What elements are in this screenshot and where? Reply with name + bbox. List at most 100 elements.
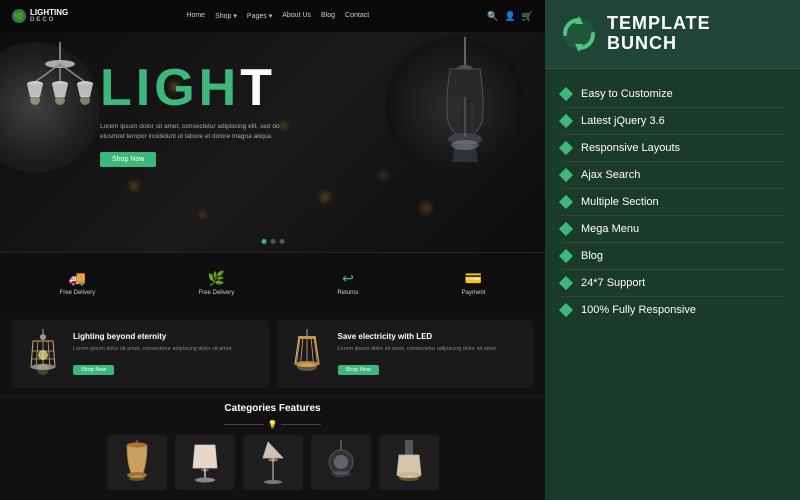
features-list: Easy to Customize Latest jQuery 3.6 Resp… [545,69,800,500]
brand-name-block: TEMPLATE BUNCH [607,14,711,54]
nav-links: Home Shop ▾ Pages ▾ About Us Blog Contac… [76,12,479,20]
bokeh-3 [320,192,330,202]
feature-label-6: Mega Menu [581,223,639,235]
dot-1[interactable] [261,239,266,244]
nav-link-home[interactable]: Home [186,12,205,20]
diamond-icon-9 [559,303,573,317]
categories-title: Categories Features [12,403,533,414]
nav-link-about[interactable]: About Us [282,12,311,20]
brand-logo-icon [561,16,597,52]
feature-row-6: Mega Menu [561,216,784,243]
feature-row-3: Responsive Layouts [561,135,784,162]
feature-label-8: 24*7 Support [581,277,645,289]
diamond-icon-5 [559,195,573,209]
features-bar: 🚚 Free Delivery 🌿 Free Delivery ↩ Return… [0,252,545,312]
bokeh-5 [420,202,432,214]
hero-section: LIGHT Lorem ipsum dolor sit amet, consec… [0,32,545,252]
divider-line-left [224,424,264,425]
feature-label-2: Latest jQuery 3.6 [581,115,665,127]
eco-label: Free Delivery [199,290,235,296]
feature-free-delivery-2: 🌿 Free Delivery [199,270,235,296]
site-logo[interactable]: 🌿 LIGHTING DECO [12,9,68,23]
category-card-2: Save electricity with LED Lorem ipsum do… [277,320,534,388]
nav-link-pages[interactable]: Pages ▾ [247,12,272,20]
right-panel: TEMPLATE BUNCH Easy to Customize Latest … [545,0,800,500]
feature-row-7: Blog [561,243,784,270]
returns-label: Returns [337,290,358,296]
hero-title-rest: T [240,59,276,117]
feature-label-1: Easy to Customize [581,88,673,100]
card-2-text: Lorem ipsum dolor sit amet, consectetur … [338,346,526,354]
dot-3[interactable] [279,239,284,244]
diamond-icon-7 [559,249,573,263]
diamond-icon-8 [559,276,573,290]
diamond-icon-3 [559,141,573,155]
brand-name-2: BUNCH [607,34,711,54]
feature-row-8: 24*7 Support [561,270,784,297]
nav-link-contact[interactable]: Contact [345,12,369,20]
diamond-icon-6 [559,222,573,236]
slider-dots [261,239,284,244]
feature-row-4: Ajax Search [561,162,784,189]
logo-icon: 🌿 [12,9,26,23]
navigation: 🌿 LIGHTING DECO Home Shop ▾ Pages ▾ Abou… [0,0,545,32]
card-2-image [285,328,330,380]
lamp-right [415,32,515,172]
diamond-icon-1 [559,87,573,101]
user-icon[interactable]: 👤 [505,11,516,22]
feature-returns: ↩ Returns [337,270,358,296]
card-1-info: Lighting beyond eternity Lorem ipsum dol… [73,332,261,375]
feature-row-9: 100% Fully Responsive [561,297,784,323]
feature-label-3: Responsive Layouts [581,142,680,154]
feature-row-5: Multiple Section [561,189,784,216]
card-2-btn[interactable]: Shop Now [338,365,379,375]
hero-text: LIGHT Lorem ipsum dolor sit amet, consec… [100,62,300,167]
nav-link-blog[interactable]: Blog [321,12,335,20]
hero-title-highlight: LIGH [100,59,240,117]
feature-row-1: Easy to Customize [561,81,784,108]
cart-icon[interactable]: 🛒 [522,11,533,22]
category-thumbnails [12,435,533,490]
divider-icon: 💡 [268,420,278,429]
category-card-1: Lighting beyond eternity Lorem ipsum dol… [12,320,269,388]
card-1-btn[interactable]: Shop Now [73,365,114,375]
search-icon[interactable]: 🔍 [487,11,498,22]
cat-thumb-4[interactable] [311,435,371,490]
left-panel: 🌿 LIGHTING DECO Home Shop ▾ Pages ▾ Abou… [0,0,545,500]
cat-thumb-2[interactable] [175,435,235,490]
feature-label-4: Ajax Search [581,169,640,181]
feature-row-2: Latest jQuery 3.6 [561,108,784,135]
feature-label-7: Blog [581,250,603,262]
cat-thumb-3[interactable] [243,435,303,490]
card-1-text: Lorem ipsum dolor sit amet, consectetur … [73,346,261,354]
cat-thumb-1[interactable] [107,435,167,490]
brand-name: TEMPLATE [607,14,711,34]
categories-divider: 💡 [12,420,533,429]
divider-line-right [281,424,321,425]
cat-thumb-5[interactable] [379,435,439,490]
lamp-left [5,37,115,157]
returns-icon: ↩ [342,270,354,287]
feature-free-delivery-1: 🚚 Free Delivery [60,270,96,296]
bokeh-1 [130,182,138,190]
nav-icons: 🔍 👤 🛒 [487,11,533,22]
bokeh-4 [380,172,386,178]
card-2-info: Save electricity with LED Lorem ipsum do… [338,332,526,375]
hero-title: LIGHT [100,62,300,114]
payment-label: Payment [462,290,486,296]
payment-icon: 💳 [465,270,482,287]
delivery-label: Free Delivery [60,290,96,296]
eco-icon: 🌿 [208,270,225,287]
categories-features-section: Categories Features 💡 [0,396,545,498]
card-1-title: Lighting beyond eternity [73,332,261,342]
feature-payment: 💳 Payment [462,270,486,296]
hero-shop-button[interactable]: Shop Now [100,152,156,167]
dot-2[interactable] [270,239,275,244]
feature-label-5: Multiple Section [581,196,659,208]
feature-label-9: 100% Fully Responsive [581,304,696,316]
brand-header: TEMPLATE BUNCH [545,0,800,69]
hero-subtitle: Lorem ipsum dolor sit amet, consectetur … [100,122,300,142]
category-cards: Lighting beyond eternity Lorem ipsum dol… [0,312,545,396]
diamond-icon-2 [559,114,573,128]
nav-link-shop[interactable]: Shop ▾ [215,12,237,20]
